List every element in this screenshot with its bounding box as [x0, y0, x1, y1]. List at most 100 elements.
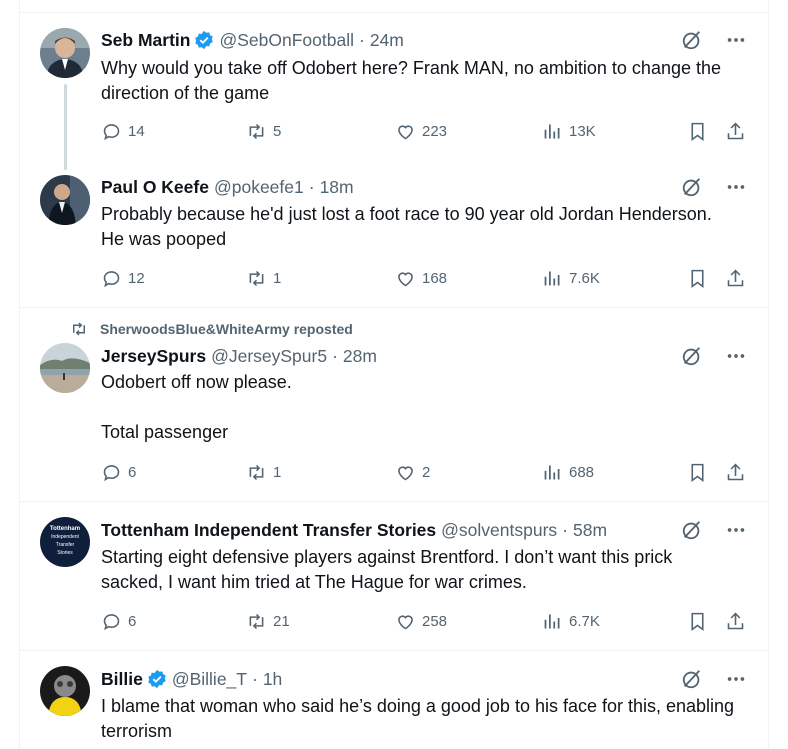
timestamp[interactable]: 58m	[573, 520, 607, 541]
reply-button[interactable]: 12	[101, 268, 145, 289]
share-button[interactable]	[725, 268, 746, 289]
author-name[interactable]: Paul O Keefe	[101, 177, 209, 198]
share-button[interactable]	[725, 121, 746, 142]
repost-context-label: SherwoodsBlue&WhiteArmy reposted	[100, 321, 353, 337]
repost-button[interactable]: 5	[246, 121, 281, 142]
tweet-text: Odobert off now please. Total passenger	[101, 372, 292, 442]
verified-badge-icon	[147, 669, 167, 689]
more-icon[interactable]	[724, 29, 748, 51]
tweet[interactable]: Billie @Billie_T · 1h I blame that woman…	[20, 651, 768, 749]
like-count: 223	[422, 123, 448, 140]
author-handle[interactable]: @Billie_T	[172, 669, 247, 690]
more-icon[interactable]	[724, 345, 748, 367]
like-icon	[398, 272, 413, 287]
reply-count: 12	[128, 270, 145, 287]
tweet-header: JerseySpurs @JerseySpur5 · 28m	[101, 345, 748, 367]
reply-button[interactable]: 6	[101, 611, 136, 632]
author-handle[interactable]: @pokeefe1	[214, 177, 304, 198]
timestamp[interactable]: 1h	[263, 669, 282, 690]
avatar[interactable]	[40, 343, 90, 393]
thread-line	[64, 84, 67, 170]
like-count: 168	[422, 270, 448, 287]
author-name[interactable]: JerseySpurs	[101, 346, 206, 367]
views-button[interactable]: 688	[542, 462, 594, 483]
tweet-text: Why would you take off Odobert here? Fra…	[101, 58, 727, 103]
like-icon	[398, 466, 413, 481]
like-count: 258	[422, 613, 448, 630]
share-button[interactable]	[725, 611, 746, 632]
avatar[interactable]	[40, 175, 90, 225]
repost-button[interactable]: 1	[246, 462, 281, 483]
author-name[interactable]: Tottenham Independent Transfer Stories	[101, 520, 436, 541]
repost-count: 21	[273, 613, 290, 630]
bookmark-icon	[691, 463, 704, 482]
timestamp[interactable]: 28m	[343, 346, 377, 367]
more-icon[interactable]	[724, 176, 748, 198]
timeline: Seb Martin @SebOnFootball · 24m Why woul…	[19, 0, 769, 749]
like-button[interactable]: 168	[395, 268, 447, 289]
repost-button[interactable]: 21	[246, 611, 290, 632]
grok-icon[interactable]	[680, 176, 704, 198]
views-icon	[544, 465, 560, 480]
more-icon[interactable]	[724, 519, 748, 541]
like-button[interactable]: 223	[395, 121, 447, 142]
repost-count: 1	[273, 464, 282, 481]
grok-icon[interactable]	[680, 668, 704, 690]
tweet[interactable]: Tottenham Independent Transfer Stories T…	[20, 502, 768, 650]
views-button[interactable]: 6.7K	[542, 611, 600, 632]
views-button[interactable]: 13K	[542, 121, 596, 142]
author-handle[interactable]: @SebOnFootball	[219, 30, 354, 51]
author-handle[interactable]: @JerseySpur5	[211, 346, 327, 367]
grok-icon[interactable]	[680, 345, 704, 367]
like-button[interactable]: 2	[395, 462, 430, 483]
repost-count: 1	[273, 270, 282, 287]
grok-icon[interactable]	[680, 519, 704, 541]
repost-icon	[249, 123, 264, 140]
reply-count: 6	[128, 464, 137, 481]
share-icon	[727, 122, 744, 140]
repost-context[interactable]: SherwoodsBlue&WhiteArmy reposted	[70, 320, 353, 338]
bookmark-button[interactable]	[687, 462, 708, 483]
timestamp[interactable]: 18m	[320, 177, 354, 198]
grok-icon[interactable]	[680, 29, 704, 51]
views-count: 7.6K	[569, 270, 600, 287]
svg-text:Stories: Stories	[57, 550, 73, 556]
repost-icon	[249, 464, 264, 481]
repost-count: 5	[273, 123, 282, 140]
bookmark-icon	[691, 269, 704, 288]
bookmark-button[interactable]	[687, 121, 708, 142]
reply-button[interactable]: 6	[101, 462, 136, 483]
timestamp[interactable]: 24m	[370, 30, 404, 51]
more-icon[interactable]	[724, 668, 748, 690]
repost-button[interactable]: 1	[246, 268, 281, 289]
share-button[interactable]	[725, 462, 746, 483]
views-count: 688	[569, 464, 595, 481]
bookmark-button[interactable]	[687, 268, 708, 289]
tweet[interactable]: SherwoodsBlue&WhiteArmy reposted JerseyS…	[20, 308, 768, 501]
separator-dot: ·	[308, 176, 315, 197]
avatar[interactable]	[40, 28, 90, 78]
author-handle[interactable]: @solventspurs	[441, 520, 557, 541]
views-button[interactable]: 7.6K	[542, 268, 600, 289]
share-icon	[727, 463, 744, 481]
tweet[interactable]: Seb Martin @SebOnFootball · 24m Why woul…	[20, 13, 768, 170]
reply-icon	[103, 614, 120, 631]
reply-icon	[103, 271, 120, 288]
verified-badge-icon	[194, 30, 214, 50]
svg-text:Transfer: Transfer	[56, 542, 75, 548]
bookmark-icon	[691, 612, 704, 631]
reply-button[interactable]: 14	[101, 121, 145, 142]
action-bar: 14 5 223 13K	[101, 121, 751, 145]
bookmark-button[interactable]	[687, 611, 708, 632]
like-count: 2	[422, 464, 431, 481]
tweet[interactable]: Paul O Keefe @pokeefe1 · 18m Probably be…	[20, 159, 768, 307]
tweet-text: Starting eight defensive players against…	[101, 547, 678, 592]
like-button[interactable]: 258	[395, 611, 447, 632]
avatar[interactable]: Tottenham Independent Transfer Stories	[40, 517, 90, 567]
tweet-header: Billie @Billie_T · 1h	[101, 668, 748, 690]
avatar[interactable]	[40, 666, 90, 716]
views-count: 6.7K	[569, 613, 600, 630]
author-name[interactable]: Seb Martin	[101, 30, 190, 51]
reply-count: 14	[128, 123, 145, 140]
author-name[interactable]: Billie	[101, 669, 143, 690]
